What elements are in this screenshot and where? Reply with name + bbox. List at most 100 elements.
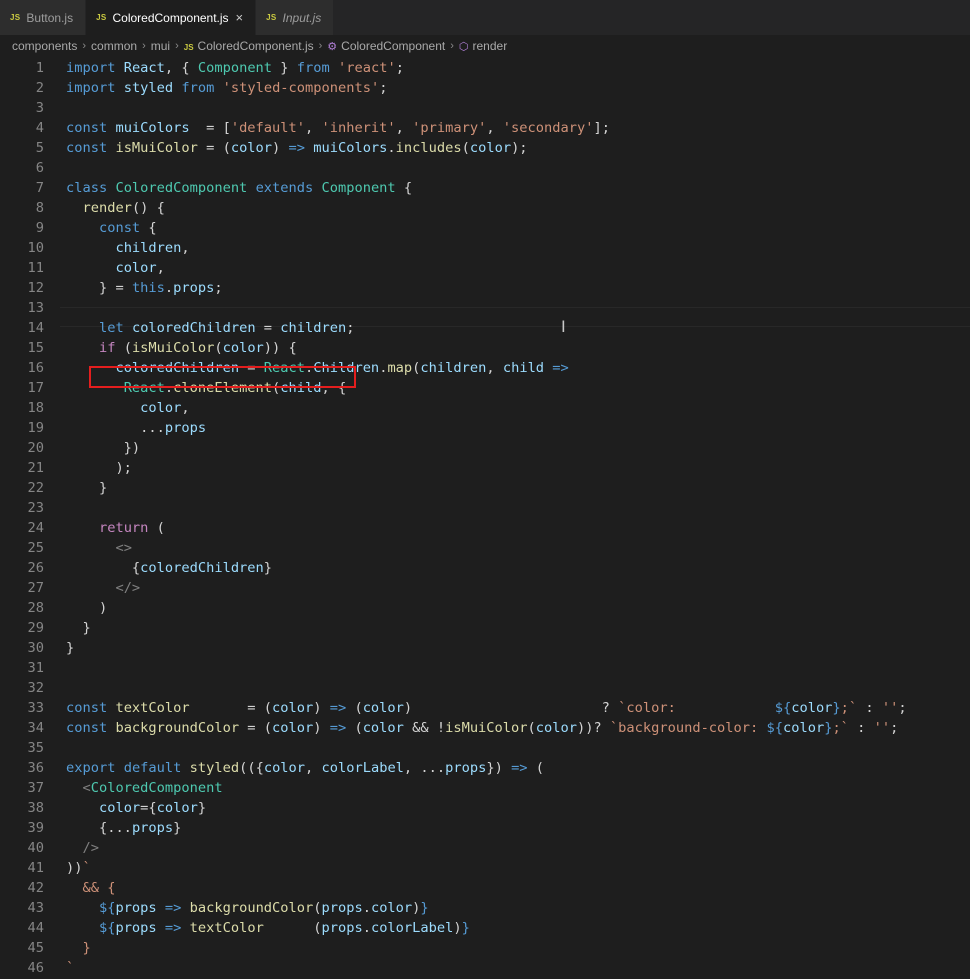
code-line[interactable]: 8 render() { (0, 198, 970, 218)
tab-button-js[interactable]: JS Button.js (0, 0, 87, 35)
code-line[interactable]: 11 color, (0, 258, 970, 278)
code-token: textColor (189, 920, 264, 936)
line-number: 15 (27, 340, 44, 356)
code-line[interactable]: 37 <ColoredComponent (0, 778, 970, 798)
code-line[interactable]: 43 ${props => backgroundColor(props.colo… (0, 898, 970, 918)
code-line[interactable]: 30} (0, 638, 970, 658)
code-token: isMuiColor (131, 340, 215, 356)
code-line[interactable]: 10 children, (0, 238, 970, 258)
code-token: color (535, 720, 577, 736)
code-line[interactable]: 6 (0, 158, 970, 178)
code-text: const muiColors = ['default', 'inherit',… (66, 118, 610, 138)
code-line[interactable]: 13 (0, 298, 970, 318)
code-line[interactable]: 5 const isMuiColor = (color) => muiColors… (0, 138, 970, 158)
code-line[interactable]: 34 const backgroundColor = (color) => (co… (0, 718, 970, 738)
code-token: = [ (189, 120, 231, 136)
code-line[interactable]: 15 if (isMuiColor(color)) { (0, 338, 970, 358)
code-line[interactable]: 1 import React, { Component } from 'react… (0, 58, 970, 78)
code-editor[interactable]: 1 import React, { Component } from 'react… (0, 57, 970, 979)
code-line[interactable]: 42 && { (0, 878, 970, 898)
breadcrumb-item-mui[interactable]: mui (151, 39, 170, 53)
close-icon[interactable]: × (236, 10, 244, 25)
code-line[interactable]: 14 let coloredChildren = children; (0, 318, 970, 338)
code-line[interactable]: 41))` (0, 858, 970, 878)
code-text: && { (66, 878, 115, 898)
code-token: 'default' (230, 120, 305, 136)
code-line[interactable]: 9 const { (0, 218, 970, 238)
breadcrumb-separator: › (450, 40, 454, 52)
line-number: 17 (27, 380, 44, 396)
line-number: 5 (35, 140, 44, 156)
code-token: . (387, 140, 396, 156)
code-token: children (420, 360, 487, 376)
code-line[interactable]: 12 } = this.props; (0, 278, 970, 298)
breadcrumb-item-common[interactable]: common (91, 39, 137, 53)
code-line[interactable]: 19 ...props (0, 418, 970, 438)
breadcrumb-item-method[interactable]: ⬡ render (459, 39, 507, 53)
code-line[interactable]: 39 {...props} (0, 818, 970, 838)
code-token: ( (148, 520, 165, 536)
code-token: 'primary' (412, 120, 487, 136)
code-token: children (280, 320, 347, 336)
code-token: colorLabel (321, 760, 404, 776)
code-token: } (263, 560, 273, 576)
tab-colored-component-js[interactable]: JS ColoredComponent.js × (86, 0, 257, 35)
breadcrumb-item-components[interactable]: components (12, 39, 77, 53)
code-token: props (445, 760, 487, 776)
code-line[interactable]: 20 }) (0, 438, 970, 458)
code-line[interactable]: 21 ); (0, 458, 970, 478)
code-text: <> (66, 538, 131, 558)
code-token: ))? (576, 720, 610, 736)
code-line[interactable]: 24 return ( (0, 518, 970, 538)
code-token: } (66, 940, 91, 956)
code-line[interactable]: 31 (0, 658, 970, 678)
line-number: 10 (27, 240, 44, 256)
js-icon: JS (183, 43, 194, 52)
code-line[interactable]: 7 class ColoredComponent extends Componen… (0, 178, 970, 198)
code-line[interactable]: 29 } (0, 618, 970, 638)
code-line[interactable]: 46 ` (0, 958, 970, 978)
code-line[interactable]: 38 color={color} (0, 798, 970, 818)
code-line[interactable]: 44 ${props => textColor (props.colorLabe… (0, 918, 970, 938)
breadcrumb: components › common › mui › JS ColoredCom… (0, 35, 970, 57)
code-line[interactable]: 45 } (0, 938, 970, 958)
line-number: 22 (27, 480, 44, 496)
code-token: isMuiColor (445, 720, 528, 736)
code-line[interactable]: 28 ) (0, 598, 970, 618)
tab-input-js[interactable]: JS Input.js (256, 0, 335, 35)
code-token: isMuiColor (115, 140, 198, 156)
code-line[interactable]: 23 (0, 498, 970, 518)
code-line[interactable]: 18 color, (0, 398, 970, 418)
code-token: color (230, 140, 273, 156)
code-token: `background-color: (609, 720, 767, 736)
code-text: ` (66, 958, 74, 978)
line-number: 1 (35, 60, 44, 76)
code-token: render (82, 200, 132, 216)
code-line[interactable]: 27 </> (0, 578, 970, 598)
code-line[interactable]: 33 const textColor = (color) => (color) ?… (0, 698, 970, 718)
code-token: ( (346, 720, 363, 736)
code-token: ]; (593, 120, 610, 136)
code-token: /> (82, 840, 99, 856)
code-line[interactable]: 2 import styled from 'styled-components'; (0, 78, 970, 98)
code-line[interactable]: 32 (0, 678, 970, 698)
code-line[interactable]: 22 } (0, 478, 970, 498)
breadcrumb-separator: › (82, 40, 87, 52)
code-line[interactable]: 40 /> (0, 838, 970, 858)
code-token: color (362, 720, 404, 736)
code-token: props (115, 920, 157, 936)
code-line[interactable]: 26 {coloredChildren} (0, 558, 970, 578)
code-token: const (66, 700, 108, 716)
line-number: 21 (27, 460, 44, 476)
code-line[interactable]: 35 (0, 738, 970, 758)
code-line[interactable]: 25 <> (0, 538, 970, 558)
code-token: , (305, 760, 322, 776)
code-line[interactable]: 3 (0, 98, 970, 118)
breadcrumb-item-file[interactable]: JS ColoredComponent.js (184, 39, 314, 53)
code-line[interactable]: 36 export default styled(({color, colorLa… (0, 758, 970, 778)
code-line[interactable]: 4 const muiColors = ['default', 'inherit'… (0, 118, 970, 138)
breadcrumb-item-class[interactable]: ⚙ ColoredComponent (327, 39, 445, 53)
